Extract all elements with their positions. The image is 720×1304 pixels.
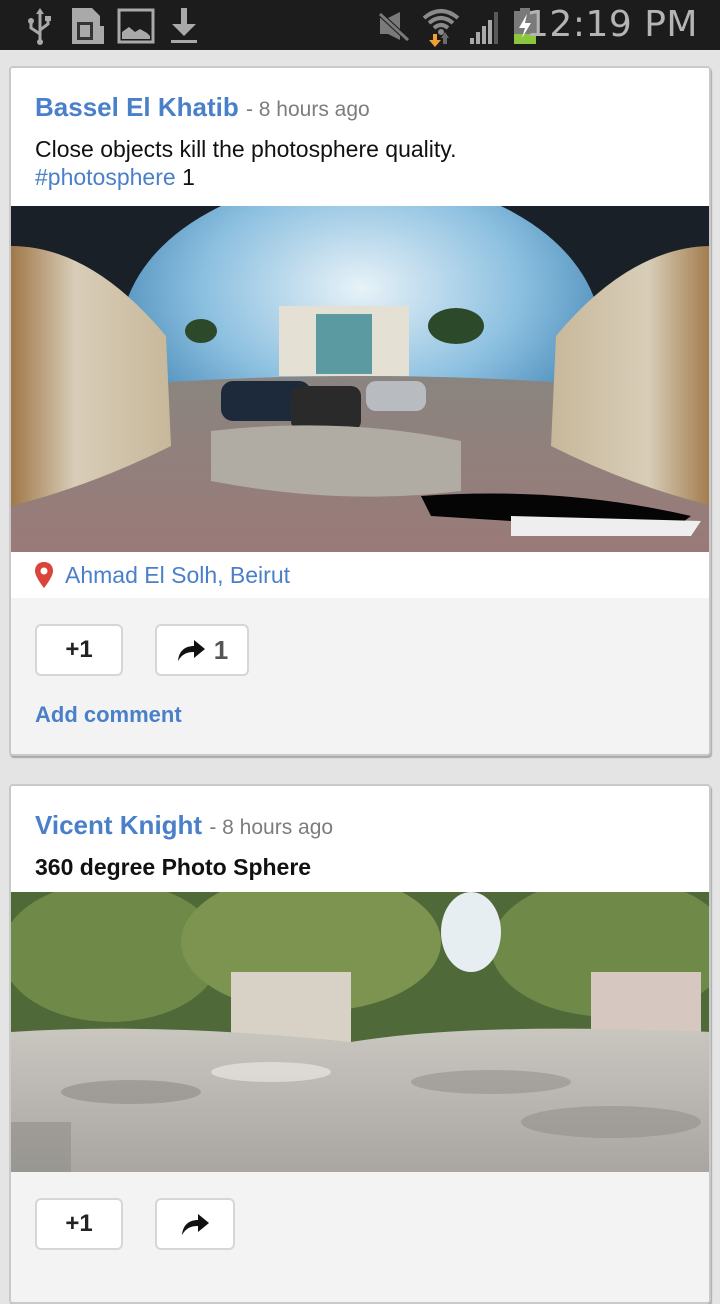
plus-one-button[interactable]: +1 <box>35 1198 123 1250</box>
location-link[interactable]: Ahmad El Solh, Beirut <box>11 552 709 598</box>
sd-card-icon <box>72 8 104 44</box>
download-icon <box>171 8 197 43</box>
gallery-icon <box>117 8 155 44</box>
hashtag-link[interactable]: #photosphere <box>35 164 176 190</box>
post-header: Vicent Knight - 8 hours ago 360 degree P… <box>11 786 709 892</box>
photosphere-image[interactable] <box>11 892 709 1172</box>
post-text: Close objects kill the photosphere quali… <box>35 136 457 190</box>
share-arrow-icon <box>177 640 205 661</box>
share-button[interactable]: 1 <box>155 624 249 676</box>
add-comment-link[interactable]: Add comment <box>11 676 709 728</box>
hashtag-count: 1 <box>182 164 195 190</box>
post-actions: +1 <box>11 1172 709 1250</box>
post-actions: +1 1 <box>11 598 709 676</box>
share-button[interactable] <box>155 1198 235 1250</box>
photosphere-image[interactable] <box>11 206 709 552</box>
post-time: - 8 hours ago <box>209 816 334 839</box>
location-text: Ahmad El Solh, Beirut <box>65 561 291 588</box>
usb-icon <box>28 8 51 45</box>
status-time: 12:19 PM <box>526 4 698 45</box>
author-name[interactable]: Bassel El Khatib <box>35 92 239 122</box>
post-card: Vicent Knight - 8 hours ago 360 degree P… <box>9 784 711 1304</box>
wifi-icon <box>422 9 460 47</box>
share-arrow-icon <box>182 1214 209 1235</box>
post-header: Bassel El Khatib - 8 hours ago Close obj… <box>11 68 709 206</box>
photosphere-image-art <box>11 892 709 1172</box>
post-card: Bassel El Khatib - 8 hours ago Close obj… <box>9 66 711 756</box>
share-count: 1 <box>213 634 229 665</box>
photosphere-image-art <box>11 206 709 552</box>
signal-icon <box>470 12 498 44</box>
post-time: - 8 hours ago <box>245 98 370 121</box>
post-text: 360 degree Photo Sphere <box>35 854 312 880</box>
mute-icon <box>378 12 410 42</box>
location-pin-icon <box>35 562 53 588</box>
author-name[interactable]: Vicent Knight <box>35 810 202 840</box>
plus-one-button[interactable]: +1 <box>35 624 123 676</box>
status-bar: 12:19 PM <box>0 0 720 50</box>
